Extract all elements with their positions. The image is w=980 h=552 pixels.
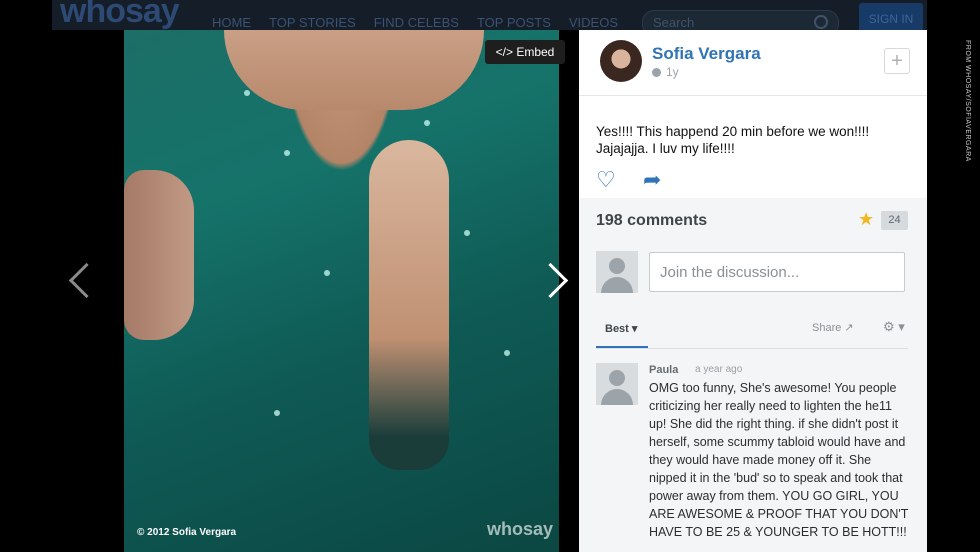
sort-best-tab[interactable]: Best ▾ bbox=[596, 322, 648, 348]
heart-icon[interactable]: ♡ bbox=[596, 167, 616, 193]
search-icon[interactable] bbox=[814, 15, 828, 29]
comments-section: 198 comments ★ 24 Join the discussion...… bbox=[579, 198, 927, 552]
photo-sparkle bbox=[464, 230, 470, 236]
nav-find-celebs[interactable]: FIND CELEBS bbox=[374, 15, 459, 30]
avatar-body bbox=[601, 277, 633, 293]
photo-credit: FROM WHOSAY/SOFIAVERGARA bbox=[964, 40, 971, 162]
join-discussion-input[interactable]: Join the discussion... bbox=[649, 252, 905, 292]
photo-sparkle bbox=[284, 150, 290, 156]
post-photo: © 2012 Sofia Vergara whosay bbox=[124, 30, 559, 552]
share-link[interactable]: Share ↗ bbox=[812, 321, 854, 334]
current-user-avatar bbox=[596, 251, 638, 293]
avatar-body bbox=[601, 389, 633, 405]
comment-author[interactable]: Paula bbox=[649, 364, 678, 376]
post-sidebar: Sofia Vergara 1y + Yes!!!! This happend … bbox=[579, 30, 927, 552]
star-icon[interactable]: ★ bbox=[858, 209, 874, 230]
photo-hand bbox=[124, 170, 194, 340]
clock-icon bbox=[652, 68, 661, 77]
comment-time[interactable]: a year ago bbox=[695, 364, 742, 375]
author-name[interactable]: Sofia Vergara bbox=[652, 44, 761, 64]
photo-watermark: whosay bbox=[486, 519, 553, 539]
photo-sparkle bbox=[274, 410, 280, 416]
follow-plus-button[interactable]: + bbox=[884, 48, 910, 74]
photo-viewer: © 2012 Sofia Vergara whosay bbox=[56, 30, 579, 552]
left-margin bbox=[0, 0, 52, 552]
post-age: 1y bbox=[666, 65, 679, 79]
nav-home[interactable]: HOME bbox=[212, 15, 251, 30]
post-text: Yes!!!! This happend 20 min before we wo… bbox=[596, 124, 870, 156]
comment-sort-bar: Best ▾ Share ↗ ⚙ ▾ bbox=[596, 312, 908, 349]
site-logo[interactable]: whosay bbox=[60, 0, 180, 30]
share-label: Share bbox=[812, 322, 842, 334]
avatar-head bbox=[609, 370, 625, 386]
share-arrow-icon[interactable]: ➦ bbox=[643, 167, 661, 193]
photo-sparkle bbox=[504, 350, 510, 356]
author-header: Sofia Vergara 1y + bbox=[579, 30, 927, 96]
gear-icon[interactable]: ⚙ ▾ bbox=[883, 319, 905, 335]
author-avatar[interactable] bbox=[600, 40, 642, 82]
photo-copyright: © 2012 Sofia Vergara bbox=[137, 527, 237, 538]
avatar-head bbox=[609, 258, 625, 274]
right-margin bbox=[927, 0, 980, 552]
comment-avatar[interactable] bbox=[596, 363, 638, 405]
search-placeholder: Search bbox=[653, 15, 695, 30]
nav-videos[interactable]: VIDEOS bbox=[569, 15, 618, 30]
photo-dress-gap bbox=[369, 140, 449, 470]
embed-button[interactable]: </> Embed bbox=[485, 40, 565, 64]
site-header: whosay HOME TOP STORIES FIND CELEBS TOP … bbox=[52, 0, 927, 30]
site-nav: HOME TOP STORIES FIND CELEBS TOP POSTS V… bbox=[212, 15, 618, 30]
photo-sparkle bbox=[324, 270, 330, 276]
comment-text: OMG too funny, She's awesome! You people… bbox=[649, 381, 909, 539]
comments-count: 198 comments bbox=[596, 212, 708, 229]
nav-top-stories[interactable]: TOP STORIES bbox=[269, 15, 356, 30]
photo-skin-area bbox=[224, 30, 484, 110]
sign-in-button[interactable]: SIGN IN bbox=[859, 3, 923, 30]
sort-best-label: Best bbox=[605, 323, 629, 335]
photo-sparkle bbox=[424, 120, 430, 126]
nav-top-posts[interactable]: TOP POSTS bbox=[477, 15, 551, 30]
site-search-input[interactable]: Search bbox=[642, 10, 839, 30]
photo-sparkle bbox=[244, 90, 250, 96]
star-count-badge: 24 bbox=[881, 211, 908, 230]
